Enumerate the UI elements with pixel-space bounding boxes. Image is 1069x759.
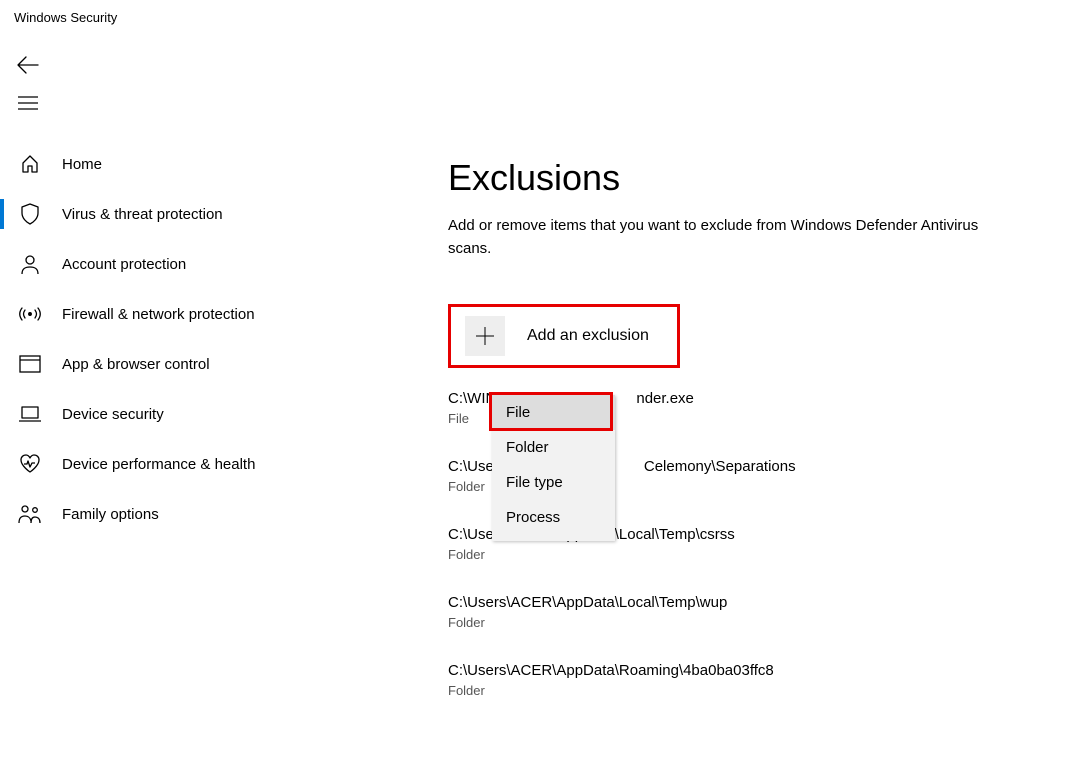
menu-item-folder[interactable]: Folder: [492, 430, 615, 465]
nav-item-firewall[interactable]: Firewall & network protection: [0, 289, 430, 339]
nav-label: Virus & threat protection: [62, 206, 223, 223]
sidebar: Home Virus & threat protection Acco: [0, 133, 430, 730]
back-arrow-icon: [17, 56, 39, 74]
plus-icon: [465, 316, 505, 356]
page-title: Exclusions: [448, 157, 1069, 199]
add-exclusion-button[interactable]: Add an exclusion: [465, 316, 667, 356]
exclusion-item[interactable]: C:\Users\ACER\AppData\Local\Temp\wup Fol…: [448, 594, 1069, 630]
page-subtitle: Add or remove items that you want to exc…: [448, 215, 1008, 260]
exclusion-path: C:\Users\ACER\AppData\Local\Temp\wup: [448, 594, 1069, 611]
nav-label: Family options: [62, 506, 159, 523]
home-icon: [18, 152, 42, 176]
nav-item-family[interactable]: Family options: [0, 489, 430, 539]
hamburger-icon: [18, 96, 38, 110]
antenna-icon: [18, 302, 42, 326]
nav-label: App & browser control: [62, 356, 210, 373]
exclusion-type-menu: File Folder File type Process: [492, 395, 615, 541]
nav-label: Account protection: [62, 256, 186, 273]
exclusion-type: Folder: [448, 547, 1069, 562]
app-title: Windows Security: [0, 0, 1069, 35]
exclusion-type: Folder: [448, 683, 1069, 698]
menu-item-process[interactable]: Process: [492, 500, 615, 535]
family-icon: [18, 502, 42, 526]
menu-toggle-button[interactable]: [14, 89, 42, 117]
nav-list: Home Virus & threat protection Acco: [0, 133, 430, 539]
exclusion-path: C:\Users\ACER\AppData\Roaming\4ba0ba03ff…: [448, 662, 1069, 679]
add-exclusion-highlight: Add an exclusion: [448, 304, 1069, 368]
person-icon: [18, 252, 42, 276]
laptop-icon: [18, 402, 42, 426]
nav-item-app-browser[interactable]: App & browser control: [0, 339, 430, 389]
content-area: Exclusions Add or remove items that you …: [430, 133, 1069, 730]
nav-item-device-security[interactable]: Device security: [0, 389, 430, 439]
shield-icon: [18, 202, 42, 226]
nav-label: Device security: [62, 406, 164, 423]
add-exclusion-label: Add an exclusion: [527, 327, 649, 345]
nav-label: Device performance & health: [62, 456, 255, 473]
nav-label: Home: [62, 156, 102, 173]
nav-item-virus-threat[interactable]: Virus & threat protection: [0, 189, 430, 239]
back-button[interactable]: [14, 51, 42, 79]
exclusion-type: Folder: [448, 615, 1069, 630]
nav-item-home[interactable]: Home: [0, 139, 430, 189]
nav-item-account[interactable]: Account protection: [0, 239, 430, 289]
window-icon: [18, 352, 42, 376]
menu-item-filetype[interactable]: File type: [492, 465, 615, 500]
exclusion-item[interactable]: C:\Users\ACER\AppData\Roaming\4ba0ba03ff…: [448, 662, 1069, 698]
menu-item-file[interactable]: File: [492, 395, 615, 430]
nav-label: Firewall & network protection: [62, 306, 255, 323]
heart-icon: [18, 452, 42, 476]
nav-item-performance[interactable]: Device performance & health: [0, 439, 430, 489]
